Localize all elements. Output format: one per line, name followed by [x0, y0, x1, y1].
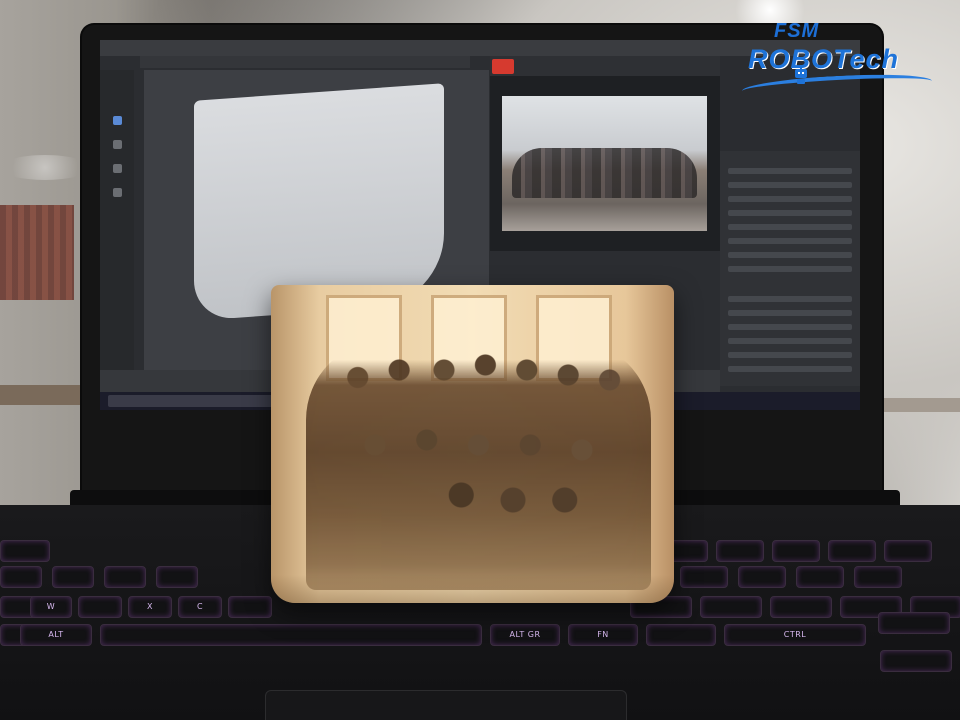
property-row [728, 266, 852, 272]
tool-icon [113, 164, 122, 173]
spacebar [100, 624, 482, 646]
ceiling-light [0, 155, 90, 180]
property-row [728, 238, 852, 244]
group-photo-thumbnail [502, 96, 707, 231]
background-desk [870, 398, 960, 412]
property-row [728, 310, 852, 316]
left-toolbar [100, 70, 134, 370]
key [78, 596, 122, 618]
record-button [492, 59, 514, 74]
property-row [728, 182, 852, 188]
key [772, 540, 820, 562]
tool-icon [113, 116, 122, 125]
lithophane-print [271, 285, 674, 603]
key [104, 566, 146, 588]
key [228, 596, 272, 618]
logo-text-fsm: FSM [774, 20, 820, 42]
key [854, 566, 902, 588]
background-desk [0, 385, 85, 405]
key [716, 540, 764, 562]
key-arrow-left [880, 650, 952, 672]
key-x: X [128, 596, 172, 618]
property-row [728, 366, 852, 372]
people-in-photo [512, 148, 697, 198]
photo-scene: W X C ALT ALT GR FN CTRL FSM ROBOTech [0, 0, 960, 720]
property-row [728, 224, 852, 230]
logo-swoosh [741, 71, 933, 101]
key [0, 566, 42, 588]
logo: FSM ROBOTech [741, 20, 947, 101]
property-row [728, 210, 852, 216]
property-row [728, 324, 852, 330]
logo-text-robotech: ROBOTech [748, 44, 900, 74]
curtain [0, 205, 74, 300]
key-w: W [30, 596, 72, 618]
key-alt-gr: ALT GR [490, 624, 560, 646]
key-alt-left: ALT [20, 624, 92, 646]
key [0, 540, 50, 562]
key-fn: FN [568, 624, 638, 646]
key [156, 566, 198, 588]
key [738, 566, 786, 588]
robot-icon [795, 65, 807, 84]
key [770, 596, 832, 618]
key [828, 540, 876, 562]
tool-icon [113, 140, 122, 149]
key [52, 566, 94, 588]
app-menu-bar [140, 56, 470, 68]
trackpad [265, 690, 627, 720]
tool-icon [113, 188, 122, 197]
key [884, 540, 932, 562]
key [700, 596, 762, 618]
property-row [728, 338, 852, 344]
lithophane-group-photo [306, 340, 651, 590]
key [680, 566, 728, 588]
property-row [728, 196, 852, 202]
property-row [728, 296, 852, 302]
key [796, 566, 844, 588]
image-editor-panel [490, 56, 720, 251]
property-row [728, 168, 852, 174]
property-row [728, 352, 852, 358]
property-row [728, 252, 852, 258]
lithophane-shadow [271, 575, 674, 603]
key-menu [646, 624, 716, 646]
key-ctrl-right: CTRL [724, 624, 866, 646]
key-c: C [178, 596, 222, 618]
image-editor-toolbar [490, 56, 720, 76]
key-arrow-up [878, 612, 950, 634]
